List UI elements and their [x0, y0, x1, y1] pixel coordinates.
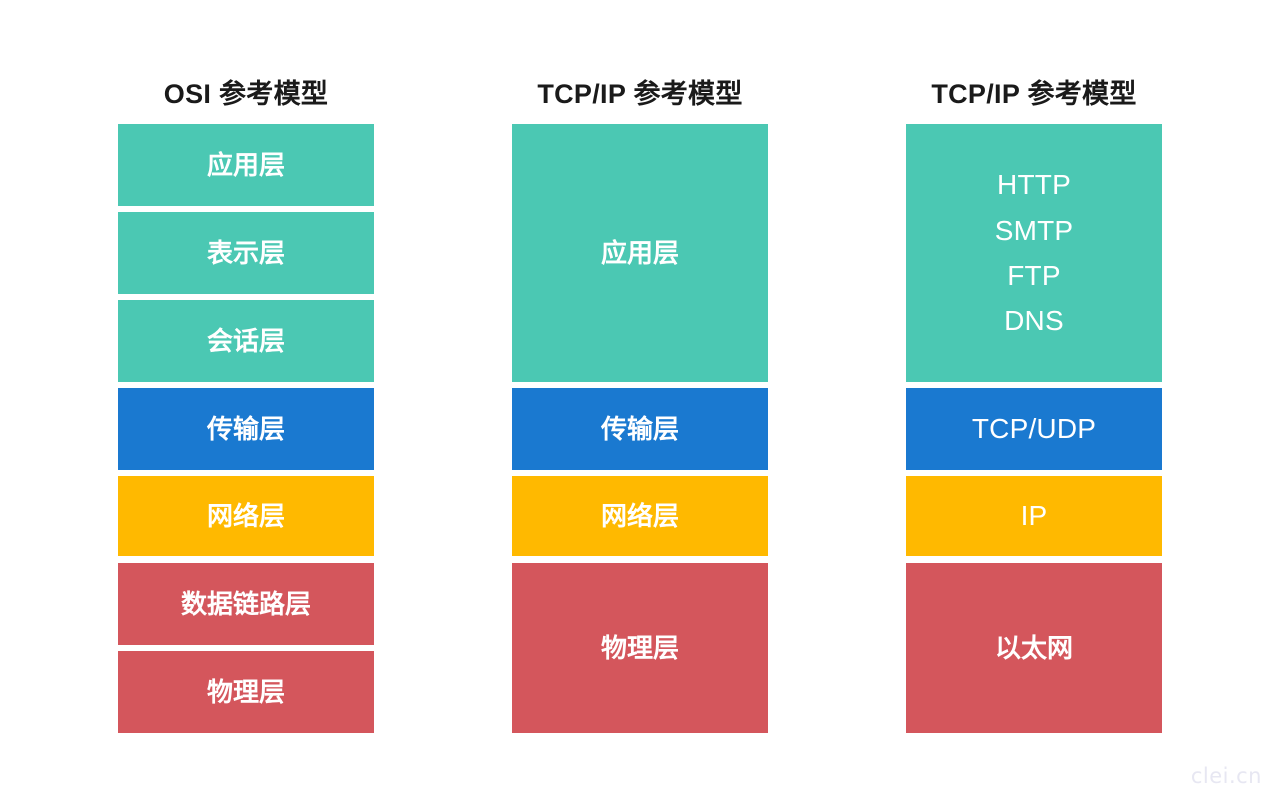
- model-column-tcpip-layers: TCP/IP 参考模型 应用层传输层网络层物理层: [512, 0, 768, 800]
- layer-label: 网络层: [206, 501, 285, 531]
- layer-box[interactable]: 应用层: [118, 124, 374, 206]
- layer-label: 数据链路层: [180, 589, 311, 619]
- layer-label: 传输层: [206, 414, 285, 444]
- layer-label: 网络层: [600, 501, 679, 531]
- layer-label: TCP/UDP: [971, 413, 1097, 445]
- layer-label: 应用层: [600, 238, 679, 268]
- layer-label: 物理层: [600, 633, 679, 663]
- watermark: clei.cn: [1190, 764, 1262, 788]
- layer-label: 以太网: [994, 633, 1073, 663]
- layer-box[interactable]: 传输层: [512, 388, 768, 470]
- layer-label: 会话层: [206, 326, 285, 356]
- column-title-osi: OSI 参考模型: [163, 79, 329, 109]
- layer-box[interactable]: HTTP SMTP FTP DNS: [906, 124, 1162, 382]
- layer-box[interactable]: 物理层: [512, 563, 768, 733]
- layer-label: 表示层: [206, 238, 285, 268]
- layer-box[interactable]: 传输层: [118, 388, 374, 470]
- layer-box[interactable]: 网络层: [118, 476, 374, 556]
- layer-box[interactable]: 网络层: [512, 476, 768, 556]
- layer-box[interactable]: 物理层: [118, 651, 374, 733]
- layer-label: 应用层: [206, 150, 285, 180]
- layer-box[interactable]: 表示层: [118, 212, 374, 294]
- layer-label: HTTP SMTP FTP DNS: [994, 169, 1074, 337]
- column-title-tcpip-layers: TCP/IP 参考模型: [537, 79, 743, 109]
- column-title-tcpip-protocols: TCP/IP 参考模型: [931, 79, 1137, 109]
- layer-box[interactable]: IP: [906, 476, 1162, 556]
- layer-box[interactable]: 以太网: [906, 563, 1162, 733]
- layer-label: 物理层: [206, 677, 285, 707]
- model-column-osi: OSI 参考模型 应用层表示层会话层传输层网络层数据链路层物理层: [118, 0, 374, 800]
- layer-label: 传输层: [600, 414, 679, 444]
- layer-box[interactable]: 应用层: [512, 124, 768, 382]
- layer-box[interactable]: 数据链路层: [118, 563, 374, 645]
- layer-label: IP: [1020, 500, 1048, 532]
- diagram-canvas: OSI 参考模型 应用层 表示层 会话层 传输层 网络层 数据链路层 物理层 TCP/IP 参考…: [0, 0, 1280, 800]
- layer-box[interactable]: 会话层: [118, 300, 374, 382]
- layer-box[interactable]: TCP/UDP: [906, 388, 1162, 470]
- model-column-tcpip-protocols: TCP/IP 参考模型 HTTP SMTP FTP DNS TCP/UDP IP 以太网: [906, 0, 1162, 800]
